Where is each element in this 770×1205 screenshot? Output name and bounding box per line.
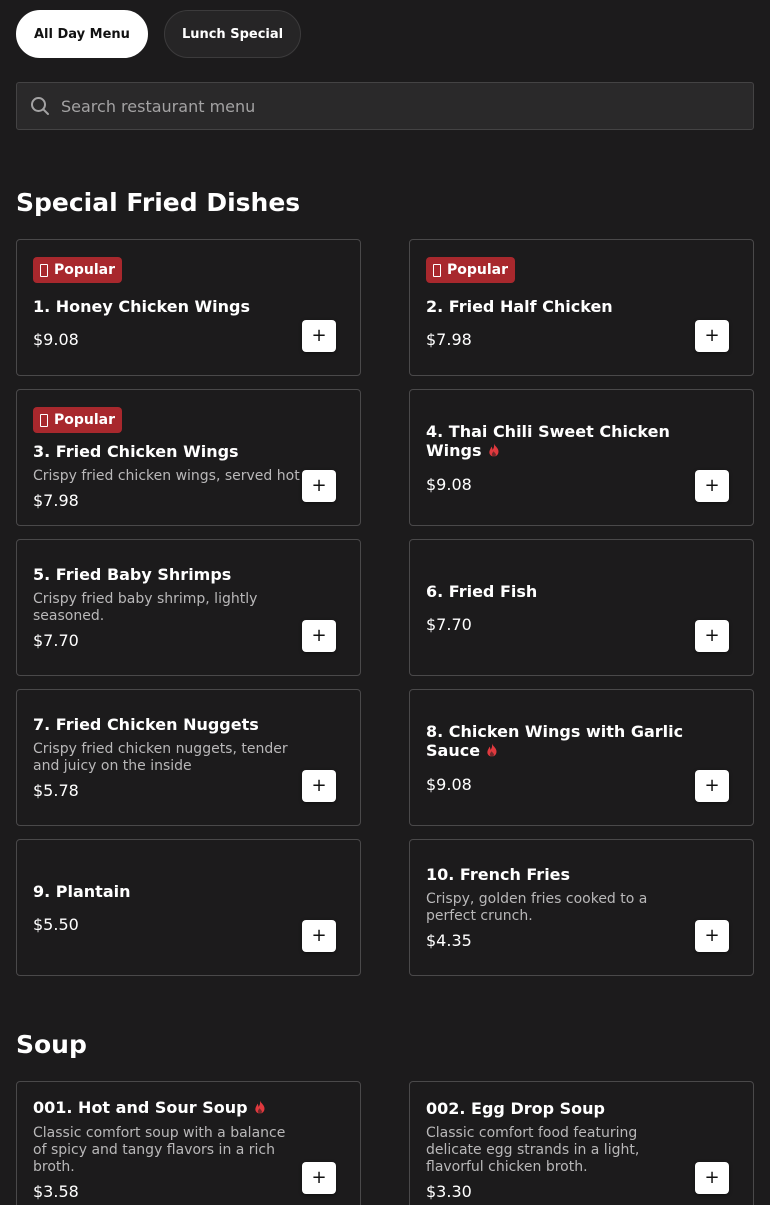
add-to-cart-button[interactable]: +: [302, 620, 336, 652]
search-input[interactable]: [59, 83, 753, 129]
tab-all-day-menu[interactable]: All Day Menu: [16, 10, 148, 58]
menu-item-name: 5. Fried Baby Shrimps: [33, 565, 300, 584]
tab-lunch-special[interactable]: Lunch Special: [163, 10, 302, 58]
menu-item-name-text: 7. Fried Chicken Nuggets: [33, 715, 259, 734]
menu-item-price: $9.08: [426, 474, 472, 494]
popular-badge-label: Popular: [54, 262, 116, 278]
menu-grid-soup: 001. Hot and Sour Soup Classic comfort so…: [16, 1081, 754, 1205]
menu-item-name-text: 8. Chicken Wings with Garlic Sauce: [426, 721, 684, 760]
add-to-cart-button[interactable]: +: [302, 470, 336, 502]
menu-item-card[interactable]: 7. Fried Chicken Nuggets Crispy fried chi…: [16, 689, 361, 826]
menu-item-description: Classic comfort food featuring delicate …: [426, 1124, 640, 1175]
search-icon: [17, 96, 59, 116]
menu-item-card[interactable]: 001. Hot and Sour Soup Classic comfort so…: [16, 1081, 361, 1205]
menu-item-name: 2. Fried Half Chicken: [426, 297, 693, 316]
menu-item-card[interactable]: 5. Fried Baby Shrimps Crispy fried baby s…: [16, 539, 361, 676]
menu-item-name-text: 6. Fried Fish: [426, 581, 538, 601]
menu-item-name-text: 3. Fried Chicken Wings: [33, 442, 239, 461]
popular-icon: [433, 263, 441, 277]
menu-tabs: All Day Menu Lunch Special: [16, 10, 302, 58]
menu-item-name: 9. Plantain: [33, 882, 300, 901]
add-to-cart-button[interactable]: +: [302, 920, 336, 952]
section-title-special-fried-dishes: Special Fried Dishes: [16, 188, 301, 217]
popular-badge: Popular: [33, 257, 123, 283]
menu-page: All Day Menu Lunch Special Special Fried…: [0, 0, 770, 1205]
popular-badge: Popular: [33, 407, 123, 433]
menu-item-card[interactable]: 4. Thai Chili Sweet Chicken Wings $9.08 +: [409, 389, 754, 526]
menu-item-card[interactable]: Popular 3. Fried Chicken Wings Crispy frie…: [16, 389, 361, 526]
menu-item-price: $3.58: [33, 1182, 79, 1201]
popular-icon: [40, 263, 48, 277]
menu-item-description: Crispy, golden fries cooked to a perfect…: [426, 891, 648, 924]
menu-item-name-text: 9. Plantain: [33, 881, 131, 901]
menu-item-price: $7.98: [33, 491, 79, 510]
menu-item-price: $9.08: [33, 330, 79, 349]
menu-item-price: $9.08: [426, 774, 472, 794]
add-to-cart-button[interactable]: +: [302, 320, 336, 352]
menu-item-price: $3.30: [426, 1181, 472, 1201]
menu-item-name: 7. Fried Chicken Nuggets: [33, 715, 300, 734]
popular-badge-label: Popular: [54, 412, 116, 428]
menu-item-price: $7.70: [426, 614, 472, 634]
menu-item-card[interactable]: Popular 2. Fried Half Chicken $7.98 +: [409, 239, 754, 376]
menu-item-name-text: 002. Egg Drop Soup: [426, 1098, 605, 1118]
menu-item-price: $7.70: [33, 631, 79, 650]
menu-item-card[interactable]: 8. Chicken Wings with Garlic Sauce $9.08 +: [409, 689, 754, 826]
spicy-icon: [488, 442, 500, 461]
add-to-cart-button[interactable]: +: [695, 770, 729, 802]
menu-item-price: $4.35: [426, 931, 472, 950]
add-to-cart-button[interactable]: +: [302, 1162, 336, 1194]
menu-item-name: 6. Fried Fish: [426, 582, 693, 601]
menu-grid-special-fried-dishes: Popular 1. Honey Chicken Wings $9.08 + Popul…: [16, 239, 754, 976]
menu-item-name-text: 5. Fried Baby Shrimps: [33, 565, 232, 584]
add-to-cart-button[interactable]: +: [302, 770, 336, 802]
popular-badge: Popular: [426, 257, 516, 283]
menu-item-name: 4. Thai Chili Sweet Chicken Wings: [426, 422, 693, 461]
menu-item-description: Crispy fried chicken nuggets, tender and…: [33, 741, 288, 774]
menu-item-price: $5.50: [33, 914, 79, 934]
menu-item-card[interactable]: 002. Egg Drop Soup Classic comfort food f…: [409, 1081, 754, 1205]
popular-badge-label: Popular: [447, 262, 509, 278]
add-to-cart-button[interactable]: +: [695, 920, 729, 952]
menu-item-name-text: 001. Hot and Sour Soup: [33, 1098, 248, 1117]
menu-item-name: 002. Egg Drop Soup: [426, 1099, 693, 1118]
menu-item-name: 001. Hot and Sour Soup: [33, 1098, 300, 1118]
menu-item-card[interactable]: 10. French Fries Crispy, golden fries coo…: [409, 839, 754, 976]
spicy-icon: [254, 1099, 266, 1118]
menu-item-name-text: 1. Honey Chicken Wings: [33, 297, 251, 316]
menu-item-card[interactable]: 9. Plantain $5.50 +: [16, 839, 361, 976]
add-to-cart-button[interactable]: +: [695, 470, 729, 502]
menu-item-name: 8. Chicken Wings with Garlic Sauce: [426, 722, 693, 761]
menu-item-description: Crispy fried chicken wings, served hot: [33, 468, 300, 484]
menu-item-description: Classic comfort soup with a balance of s…: [33, 1125, 286, 1175]
menu-item-price: $7.98: [426, 330, 472, 349]
add-to-cart-button[interactable]: +: [695, 320, 729, 352]
add-to-cart-button[interactable]: +: [695, 1162, 729, 1194]
spicy-icon: [486, 742, 498, 761]
search-bar: [16, 82, 754, 130]
menu-item-name-text: 10. French Fries: [426, 865, 571, 884]
menu-item-name-text: 2. Fried Half Chicken: [426, 297, 613, 316]
popular-icon: [40, 413, 48, 427]
menu-item-description: Crispy fried baby shrimp, lightly season…: [33, 591, 258, 624]
menu-item-card[interactable]: Popular 1. Honey Chicken Wings $9.08 +: [16, 239, 361, 376]
menu-item-name: 3. Fried Chicken Wings: [33, 442, 300, 461]
add-to-cart-button[interactable]: +: [695, 620, 729, 652]
menu-item-name-text: 4. Thai Chili Sweet Chicken Wings: [426, 421, 670, 460]
menu-item-name: 10. French Fries: [426, 865, 693, 884]
menu-item-card[interactable]: 6. Fried Fish $7.70 +: [409, 539, 754, 676]
menu-item-name: 1. Honey Chicken Wings: [33, 297, 300, 316]
menu-item-price: $5.78: [33, 781, 79, 800]
section-title-soup: Soup: [16, 1030, 87, 1059]
